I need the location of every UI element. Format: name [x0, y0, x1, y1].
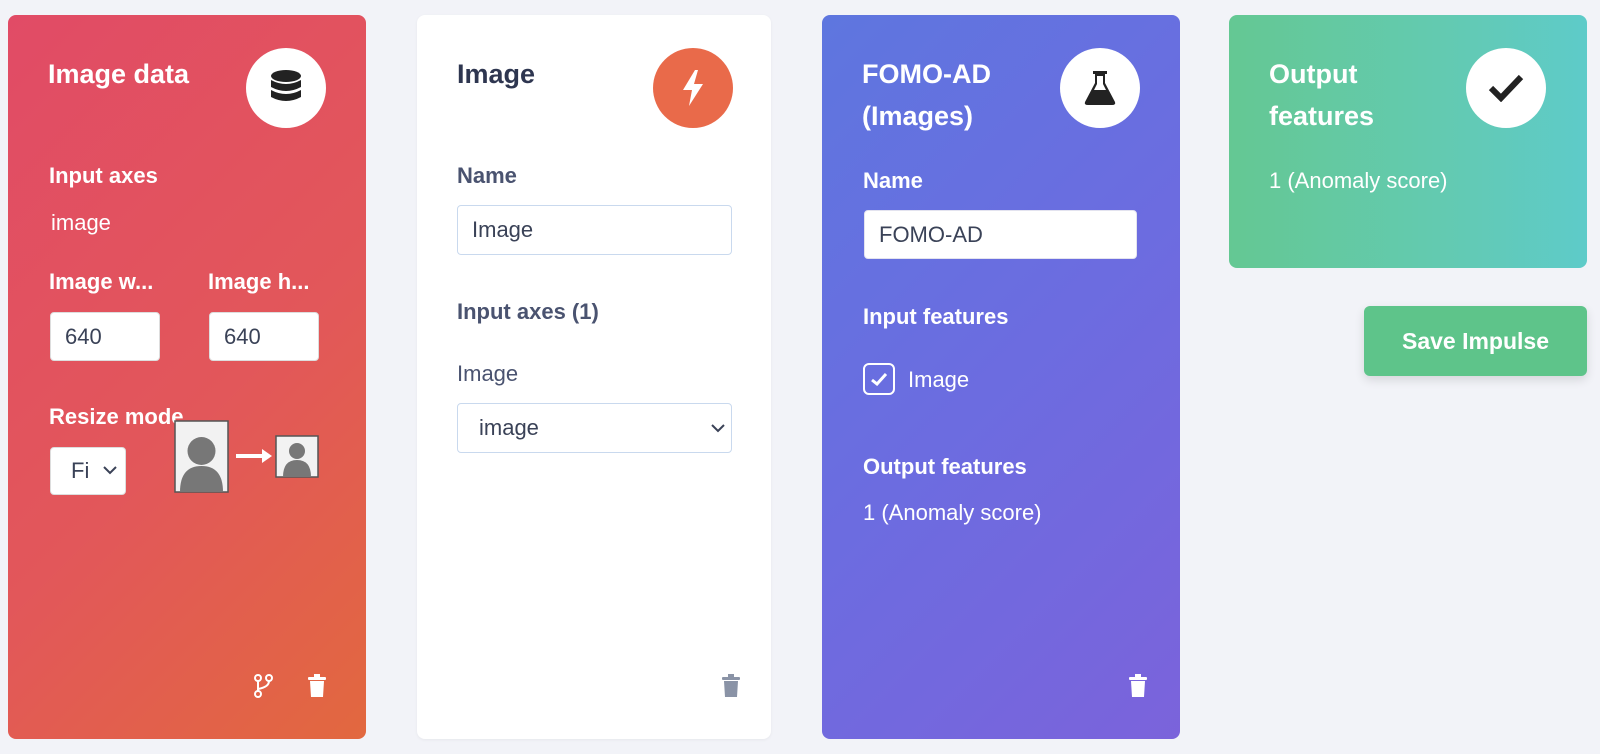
processing-name-input[interactable]: Image — [457, 205, 732, 255]
check-icon — [1466, 48, 1546, 128]
output-block-title: Output features — [1269, 53, 1374, 137]
image-height-input[interactable]: 640 — [209, 312, 319, 361]
input-axes-value: image — [51, 210, 111, 235]
input-feature-label: Image — [908, 367, 970, 392]
output-features-value: 1 (Anomaly score) — [863, 500, 1042, 525]
image-width-input[interactable]: 640 — [50, 312, 160, 361]
learning-block-card: FOMO-AD (Images) Name FOMO-AD Input feat… — [822, 15, 1180, 739]
input-feature-checkbox[interactable] — [863, 363, 895, 395]
save-impulse-button[interactable]: Save Impulse — [1364, 306, 1587, 376]
trash-icon[interactable] — [720, 674, 742, 698]
learning-block-title: FOMO-AD (Images) — [862, 53, 991, 137]
learning-name-input[interactable]: FOMO-AD — [864, 210, 1137, 259]
resize-mode-label: Resize mode — [49, 404, 184, 429]
processing-block-card: Image Name Image Input axes (1) Image im… — [417, 15, 771, 739]
resize-illustration — [174, 420, 319, 493]
resize-mode-select[interactable]: Fi — [50, 447, 126, 495]
input-block-card: Image data Input axes image Image w... I… — [8, 15, 366, 739]
learning-title-line2: (Images) — [862, 101, 974, 131]
processing-axis-label: Image — [457, 361, 519, 386]
processing-block-title: Image — [457, 59, 536, 89]
image-width-label: Image w... — [49, 269, 154, 294]
image-height-label: Image h... — [208, 269, 310, 294]
fork-icon[interactable] — [253, 674, 275, 698]
resize-mode-value: Fi — [71, 458, 90, 483]
trash-icon[interactable] — [1127, 674, 1149, 698]
learning-name-label: Name — [863, 168, 923, 193]
chevron-down-icon — [103, 466, 117, 475]
chevron-down-icon — [711, 424, 725, 433]
output-features-value: 1 (Anomaly score) — [1269, 168, 1448, 193]
output-title-line2: features — [1269, 101, 1375, 131]
database-icon — [246, 48, 326, 128]
input-features-label: Input features — [863, 304, 1009, 329]
learning-title-line1: FOMO-AD — [862, 59, 991, 89]
flask-icon — [1060, 48, 1140, 128]
bolt-icon — [653, 48, 733, 128]
processing-axis-value: image — [479, 415, 539, 440]
trash-icon[interactable] — [306, 674, 328, 698]
processing-axis-select[interactable]: image — [457, 403, 732, 453]
input-axes-label: Input axes — [49, 163, 158, 188]
output-block-card: Output features 1 (Anomaly score) — [1229, 15, 1587, 268]
input-block-title: Image data — [48, 59, 190, 89]
output-title-line1: Output — [1269, 59, 1358, 89]
processing-name-label: Name — [457, 163, 517, 188]
processing-input-axes-label: Input axes (1) — [457, 299, 599, 324]
check-icon — [871, 372, 887, 386]
output-features-label: Output features — [863, 454, 1027, 479]
